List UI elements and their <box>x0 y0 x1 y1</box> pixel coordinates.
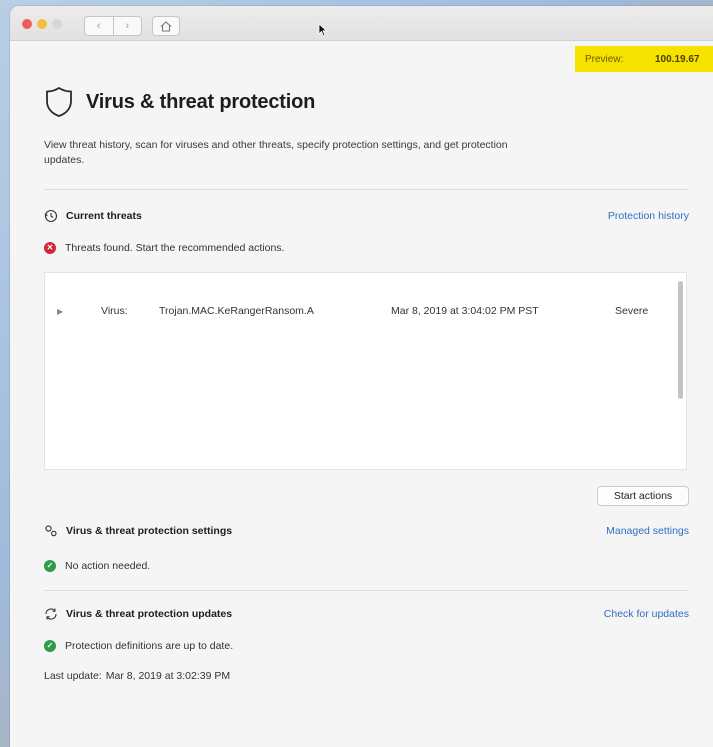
current-threats-header: Current threats Protection history <box>44 209 689 223</box>
app-window: ‹ › Preview: 100.19.67 Virus & threat pr… <box>10 6 713 747</box>
threats-status-text: Threats found. Start the recommended act… <box>65 242 285 254</box>
threat-date: Mar 8, 2019 at 3:04:02 PM PST <box>391 305 539 317</box>
home-button[interactable] <box>152 16 180 36</box>
last-update: Last update: Mar 8, 2019 at 3:02:39 PM <box>44 670 230 682</box>
preview-version-badge: Preview: 100.19.67 <box>575 46 713 72</box>
forward-button[interactable]: › <box>112 17 142 35</box>
settings-gears-icon <box>45 525 57 537</box>
navigation-buttons: ‹ › <box>84 16 142 36</box>
page-title: Virus & threat protection <box>86 90 316 113</box>
threat-type: Virus: <box>101 305 128 317</box>
threat-row[interactable]: ▶ Virus: Trojan.MAC.KeRangerRansom.A Mar… <box>45 305 665 321</box>
divider <box>44 590 689 591</box>
minimize-window-button[interactable] <box>37 19 47 29</box>
protection-history-link[interactable]: Protection history <box>608 210 689 222</box>
last-update-label: Last update: <box>44 670 102 682</box>
updates-status: ✓ Protection definitions are up to date. <box>44 640 233 652</box>
start-actions-button[interactable]: Start actions <box>597 486 689 506</box>
page-header: Virus & threat protection <box>44 86 315 118</box>
error-x-icon: ✕ <box>44 242 56 254</box>
settings-status-text: No action needed. <box>65 560 151 572</box>
threat-list: ▶ Virus: Trojan.MAC.KeRangerRansom.A Mar… <box>44 272 687 470</box>
preview-label: Preview: <box>585 53 624 65</box>
check-for-updates-link[interactable]: Check for updates <box>604 608 689 620</box>
shield-icon <box>46 86 72 117</box>
divider <box>44 189 689 190</box>
refresh-icon <box>45 608 57 620</box>
managed-settings-link[interactable]: Managed settings <box>606 525 689 537</box>
threat-name: Trojan.MAC.KeRangerRansom.A <box>159 305 314 317</box>
zoom-window-button[interactable] <box>52 19 62 29</box>
updates-title: Virus & threat protection updates <box>66 608 233 620</box>
title-bar: ‹ › <box>10 6 713 41</box>
threats-status: ✕ Threats found. Start the recommended a… <box>44 242 284 254</box>
threat-severity: Severe <box>615 305 649 317</box>
updates-status-text: Protection definitions are up to date. <box>65 640 234 652</box>
threat-list-scrollbar[interactable] <box>678 281 683 399</box>
home-icon <box>160 20 172 32</box>
expand-arrow-icon[interactable]: ▶ <box>57 307 63 316</box>
history-clock-icon <box>44 209 58 223</box>
current-threats-title: Current threats <box>66 210 142 222</box>
settings-title: Virus & threat protection settings <box>66 525 233 537</box>
settings-header: Virus & threat protection settings Manag… <box>44 524 689 538</box>
page-description: View threat history, scan for viruses an… <box>44 139 508 166</box>
mouse-cursor-icon <box>318 23 328 37</box>
last-update-value: Mar 8, 2019 at 3:02:39 PM <box>105 670 231 682</box>
check-icon: ✓ <box>44 560 56 572</box>
updates-header: Virus & threat protection updates Check … <box>44 607 689 621</box>
settings-status: ✓ No action needed. <box>44 560 150 572</box>
preview-version: 100.19.67 <box>655 53 700 65</box>
check-icon: ✓ <box>44 640 56 652</box>
close-window-button[interactable] <box>22 19 32 29</box>
back-button[interactable]: ‹ <box>85 17 113 35</box>
